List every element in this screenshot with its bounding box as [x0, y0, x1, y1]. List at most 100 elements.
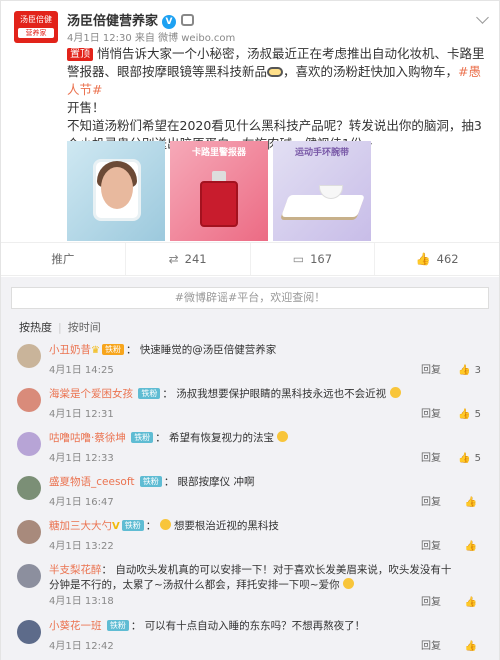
commenter-nick[interactable]: 小葵花一班	[49, 620, 102, 632]
comment-like-count: 5	[474, 453, 481, 464]
thumbs-up-icon: 👍	[458, 453, 471, 464]
comment-time: 4月1日 13:18	[49, 596, 114, 607]
thumbs-up-icon: 👍	[458, 409, 471, 420]
comment-text: 可以有十点自动入睡的东东吗？不想再熬夜了！	[144, 620, 366, 632]
comment-line: 咕噜咕噜·蔡徐坤 铁粉： 希望有恢复视力的法宝	[49, 431, 459, 446]
promote-label: 推广	[51, 252, 75, 266]
promote-button[interactable]: 推广	[1, 243, 126, 275]
thumbs-up-icon: 👍	[464, 497, 477, 508]
brand-avatar[interactable]: 汤臣倍健 营养家	[14, 11, 58, 43]
tab-sort-hot[interactable]: 按热度	[19, 321, 52, 334]
commenter-nick[interactable]: 盛夏物语_ceesoft	[49, 476, 134, 488]
weibo-post-card: 汤臣倍健 营养家 汤臣倍健营养家 V 4月1日 12:30 来自 微博 weibo…	[0, 0, 500, 660]
post-meta: 4月1日 12:30 来自 微博 weibo.com	[67, 33, 236, 44]
comment-like-button[interactable]: 👍 5	[458, 409, 481, 420]
face-shape	[101, 167, 133, 209]
comment-line: 海棠是个爱困女孩 铁粉： 汤叔我想要保护眼睛的黑科技永远也不会近视	[49, 387, 459, 402]
comment-item: 小丑奶昔♛ 铁粉： 快速睡觉的@汤臣倍健营养家 4月1日 14:25 回复 👍 3	[11, 337, 489, 381]
post-image-1[interactable]	[67, 141, 165, 241]
tab-sort-time[interactable]: 按时间	[68, 321, 101, 334]
comment-item: 小葵花一班 铁粉： 可以有十点自动入睡的东东吗？不想再熬夜了！ 4月1日 12:…	[11, 613, 489, 657]
commenter-avatar[interactable]	[17, 476, 41, 500]
comment-time: 4月1日 12:42	[49, 641, 114, 652]
comments-area: #微博辟谣#平台，欢迎查阅！ 按热度 | 按时间 小丑奶昔♛ 铁粉： 快速睡觉的@汤臣…	[1, 277, 499, 660]
username[interactable]: 汤臣倍健营养家	[67, 14, 158, 29]
thumbs-up-icon: 👍	[458, 365, 471, 376]
comment-line: 小丑奶昔♛ 铁粉： 快速睡觉的@汤臣倍健营养家	[49, 344, 277, 356]
commenter-avatar[interactable]	[17, 344, 41, 368]
comment-item: 盛夏物语_ceesoft 铁粉： 眼部按摩仪 冲啊 4月1日 16:47 回复 …	[11, 469, 489, 513]
comment-text: 眼部按摩仪 冲啊	[177, 476, 255, 488]
commenter-nick[interactable]: 海棠是个爱困女孩	[49, 388, 133, 400]
commenter-nick[interactable]: 糖加三大大勺	[49, 520, 112, 532]
vip-icon: ♛	[91, 345, 100, 356]
repost-button[interactable]: ⇄ 241	[126, 243, 251, 275]
post-text: 置顶 悄悄告诉大家一个小秘密，汤叔最近正在考虑推出自动化妆机、卡路里警报器、眼部…	[67, 45, 491, 153]
comment-like-button[interactable]: 👍	[465, 597, 481, 608]
like-button[interactable]: 👍 462	[375, 243, 499, 275]
comment-like-button[interactable]: 👍	[465, 641, 481, 652]
post-image-3[interactable]: 运动手环腕带	[273, 141, 371, 241]
comment-line: 小葵花一班 铁粉： 可以有十点自动入睡的东东吗？不想再熬夜了！	[49, 620, 366, 632]
sort-tabs: 按热度 | 按时间	[19, 319, 101, 335]
comment-like-count: 3	[474, 365, 481, 376]
sort-divider: |	[58, 321, 62, 334]
fan-badge: 铁粉	[131, 432, 154, 443]
robot-icon	[181, 14, 195, 26]
board-shape	[280, 195, 366, 217]
reply-button[interactable]: 回复	[421, 361, 441, 376]
comment-list: 小丑奶昔♛ 铁粉： 快速睡觉的@汤臣倍健营养家 4月1日 14:25 回复 👍 3 …	[11, 337, 489, 657]
comment-text: 自动吹头发机真的可以安排一下！对于喜欢长发美眉来说，吹头发没有十分钟是不行的，太…	[49, 564, 452, 591]
image-2-caption: 卡路里警报器	[191, 148, 246, 158]
commenter-avatar[interactable]	[17, 388, 41, 412]
comment-text: 想要根治近视的黑科技	[173, 520, 279, 532]
comment-text: 快速睡觉的@汤臣倍健营养家	[139, 344, 277, 356]
commenter-nick[interactable]: 半支梨花醉	[49, 564, 102, 576]
comment-button[interactable]: ▭ 167	[251, 243, 376, 275]
chevron-down-icon[interactable]	[476, 11, 489, 24]
comment-text: 汤叔我想要保护眼睛的黑科技永远也不会近视	[176, 388, 387, 400]
fan-badge: 铁粉	[121, 520, 144, 531]
comment-time: 4月1日 12:33	[49, 453, 114, 464]
fan-badge: 铁粉	[139, 476, 162, 487]
repost-icon: ⇄	[168, 252, 179, 266]
post-text-part2: ，喜欢的汤粉赶快加入购物车，	[283, 64, 459, 79]
like-count: 462	[436, 252, 459, 266]
reply-button[interactable]: 回复	[421, 493, 441, 508]
commenter-avatar[interactable]	[17, 620, 41, 644]
comment-item: 海棠是个爱困女孩 铁粉： 汤叔我想要保护眼睛的黑科技永远也不会近视 4月1日 1…	[11, 381, 489, 425]
glasses-emoji-icon	[267, 67, 284, 77]
emoji-icon	[277, 431, 289, 442]
thumbs-up-icon: 👍	[464, 641, 477, 652]
reply-button[interactable]: 回复	[421, 593, 441, 608]
comment-input[interactable]: #微博辟谣#平台，欢迎查阅！	[11, 287, 489, 309]
emoji-icon	[389, 387, 401, 398]
action-bar: 推广 ⇄ 241 ▭ 167 👍 462	[1, 242, 499, 276]
commenter-nick[interactable]: 小丑奶昔	[49, 344, 91, 356]
commenter-avatar[interactable]	[17, 432, 41, 456]
commenter-avatar[interactable]	[17, 564, 41, 588]
post-image-2[interactable]: 卡路里警报器	[170, 141, 268, 241]
logo-text-2: 营养家	[18, 28, 54, 38]
pinned-badge: 置顶	[67, 48, 93, 61]
vip-icon: V	[112, 521, 120, 532]
reply-button[interactable]: 回复	[421, 637, 441, 652]
commenter-nick[interactable]: 咕噜咕噜·蔡徐坤	[49, 432, 126, 444]
reply-button[interactable]: 回复	[421, 537, 441, 552]
reply-button[interactable]: 回复	[421, 405, 441, 420]
comment-line: 半支梨花醉： 自动吹头发机真的可以安排一下！对于喜欢长发美眉来说，吹头发没有十分…	[49, 564, 452, 591]
comment-like-button[interactable]: 👍 3	[458, 365, 481, 376]
fan-badge: 铁粉	[106, 620, 129, 631]
comment-line: 糖加三大大勺V 铁粉： 想要根治近视的黑科技	[49, 519, 279, 532]
comment-like-button[interactable]: 👍 5	[458, 453, 481, 464]
comment-time: 4月1日 16:47	[49, 497, 114, 508]
comment-like-button[interactable]: 👍	[465, 497, 481, 508]
comment-item: 咕噜咕噜·蔡徐坤 铁粉： 希望有恢复视力的法宝 4月1日 12:33 回复 👍 5	[11, 425, 489, 469]
reply-button[interactable]: 回复	[421, 449, 441, 464]
post-text-part3: 开售！	[67, 100, 105, 115]
thumbs-up-icon: 👍	[464, 541, 477, 552]
image-3-caption: 运动手环腕带	[294, 148, 349, 158]
comment-like-button[interactable]: 👍	[465, 541, 481, 552]
commenter-avatar[interactable]	[17, 520, 41, 544]
verified-v-icon: V	[162, 15, 177, 29]
